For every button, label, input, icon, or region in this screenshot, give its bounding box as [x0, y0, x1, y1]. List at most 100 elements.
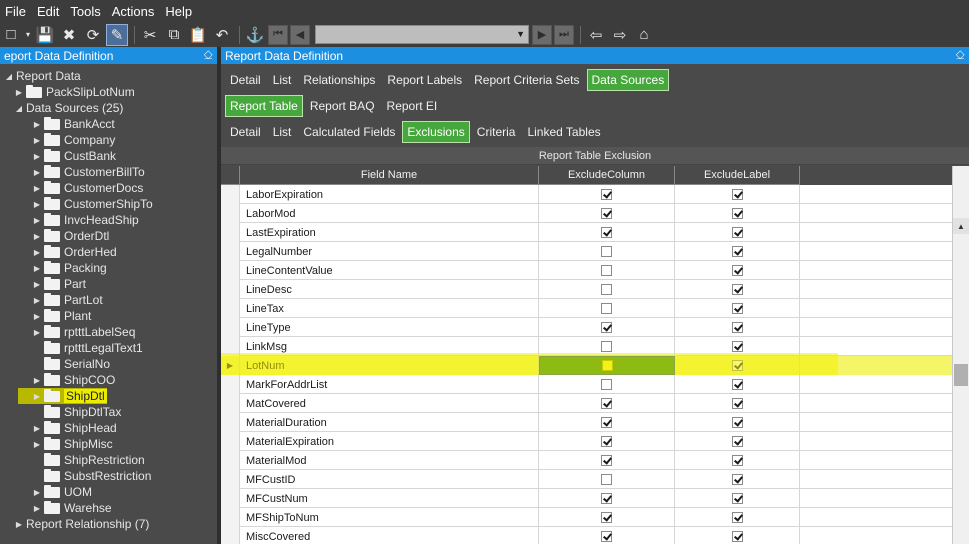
expand-arrow-icon[interactable]: ▶ [30, 424, 44, 433]
table-row[interactable]: MFShipToNum [221, 508, 952, 527]
column-header-exclude-column[interactable]: ExcludeColumn [539, 166, 675, 185]
exclude-column-checkbox[interactable] [601, 303, 612, 314]
tree-item[interactable]: rptttLegalText1 [30, 340, 143, 356]
tree-item[interactable]: ◢ Data Sources (25) [12, 100, 123, 116]
exclude-column-checkbox[interactable] [601, 246, 612, 257]
row-selector[interactable] [221, 413, 240, 432]
menu-tools[interactable]: Tools [65, 4, 106, 19]
expand-arrow-icon[interactable]: ▶ [30, 168, 44, 177]
expand-arrow-icon[interactable]: ▶ [30, 328, 44, 337]
table-row[interactable]: MaterialMod [221, 451, 952, 470]
exclude-label-checkbox[interactable] [731, 493, 743, 504]
row-selector[interactable] [221, 451, 240, 470]
exclude-column-checkbox[interactable] [601, 208, 612, 219]
table-row[interactable]: LastExpiration [221, 223, 952, 242]
tree-item[interactable]: ▶ ShipMisc [30, 436, 113, 452]
expand-arrow-icon[interactable]: ▶ [12, 88, 26, 97]
tree-item[interactable]: ▶ OrderHed [30, 244, 117, 260]
field-name-cell[interactable]: MiscCovered [240, 527, 539, 544]
undo-icon[interactable]: ↶ [211, 24, 233, 46]
exclude-column-checkbox[interactable] [601, 436, 612, 447]
tree-item[interactable]: ShipDtlTax [30, 404, 121, 420]
tree-item[interactable]: ▶ ShipDtl [18, 388, 107, 404]
row-selector[interactable] [221, 299, 240, 318]
row-selector[interactable] [221, 185, 240, 204]
row-selector[interactable] [221, 280, 240, 299]
exclude-column-checkbox[interactable] [601, 474, 612, 485]
tree-item[interactable]: ▶ InvcHeadShip [30, 212, 139, 228]
exclude-label-checkbox[interactable] [731, 417, 743, 428]
previous-record-icon[interactable]: ◀ [290, 24, 310, 45]
menu-help[interactable]: Help [160, 4, 198, 19]
menu-file[interactable]: File [0, 4, 32, 19]
field-name-cell[interactable]: MFCustNum [240, 489, 539, 508]
expand-arrow-icon[interactable]: ▶ [30, 136, 44, 145]
expand-arrow-icon[interactable]: ▶ [30, 440, 44, 449]
tree-item[interactable]: ▶ ShipCOO [30, 372, 115, 388]
exclude-column-checkbox[interactable] [601, 379, 612, 390]
exclude-column-checkbox[interactable] [601, 360, 613, 371]
tree-item[interactable]: ▶ OrderDtl [30, 228, 109, 244]
table-row[interactable]: LaborExpiration [221, 185, 952, 204]
exclude-label-checkbox[interactable] [731, 512, 743, 523]
tree-item[interactable]: ◢ Report Data [2, 68, 81, 84]
exclude-label-checkbox[interactable] [731, 246, 743, 257]
table-row[interactable]: LineType [221, 318, 952, 337]
row-selector[interactable] [221, 394, 240, 413]
expand-arrow-icon[interactable]: ▶ [30, 280, 44, 289]
table-row[interactable]: MarkForAddrList [221, 375, 952, 394]
exclude-label-checkbox[interactable] [731, 474, 743, 485]
tree-item[interactable]: ▶ Company [30, 132, 115, 148]
field-name-cell[interactable]: LineType [240, 318, 539, 337]
expand-arrow-icon[interactable]: ▶ [30, 376, 44, 385]
field-name-cell[interactable]: LegalNumber [240, 242, 539, 261]
expand-arrow-icon[interactable]: ▶ [30, 120, 44, 129]
exclude-label-checkbox[interactable] [731, 455, 743, 466]
collapse-arrow-icon[interactable]: ◢ [12, 104, 26, 113]
menu-edit[interactable]: Edit [32, 4, 65, 19]
column-header-exclude-label[interactable]: ExcludeLabel [675, 166, 800, 185]
expand-arrow-icon[interactable]: ▶ [30, 504, 44, 513]
exclude-column-checkbox[interactable] [601, 322, 612, 333]
exclude-label-checkbox[interactable] [731, 360, 743, 371]
exclude-column-checkbox[interactable] [601, 493, 612, 504]
table-row[interactable]: MFCustNum [221, 489, 952, 508]
home-icon[interactable]: ⌂ [633, 24, 655, 46]
expand-arrow-icon[interactable]: ▶ [30, 312, 44, 321]
next-record-icon[interactable]: ▶ [532, 24, 552, 45]
exclude-label-checkbox[interactable] [731, 322, 743, 333]
tab-detail[interactable]: Detail [225, 121, 266, 143]
expand-arrow-icon[interactable]: ▶ [30, 392, 44, 401]
field-name-cell[interactable]: MatCovered [240, 394, 539, 413]
table-row[interactable]: MFCustID [221, 470, 952, 489]
tree-item[interactable]: ▶ Packing [30, 260, 107, 276]
cut-icon[interactable]: ✂ [139, 24, 161, 46]
table-row[interactable]: ▶ LotNum [221, 356, 952, 375]
tab-calculated-fields[interactable]: Calculated Fields [298, 121, 400, 143]
tab-report-criteria-sets[interactable]: Report Criteria Sets [469, 69, 584, 91]
expand-arrow-icon[interactable]: ▶ [30, 488, 44, 497]
exclude-label-checkbox[interactable] [731, 208, 743, 219]
clear-icon[interactable]: ✎ [106, 23, 128, 46]
last-record-icon[interactable]: ⏭ [554, 24, 574, 45]
exclude-label-checkbox[interactable] [731, 227, 743, 238]
tree-item[interactable]: ▶ UOM [30, 484, 92, 500]
expand-arrow-icon[interactable]: ▶ [30, 216, 44, 225]
pin-icon[interactable]: ⎐ [956, 48, 965, 63]
tree-item[interactable]: ▶ Plant [30, 308, 91, 324]
delete-icon[interactable]: ✖ [58, 24, 80, 46]
row-selector[interactable] [221, 204, 240, 223]
field-name-cell[interactable]: MaterialMod [240, 451, 539, 470]
tree-item[interactable]: ▶ CustomerDocs [30, 180, 143, 196]
tree-item[interactable]: ▶ Report Relationship (7) [12, 516, 149, 532]
tab-report-baq[interactable]: Report BAQ [305, 95, 380, 117]
tab-list[interactable]: List [268, 121, 297, 143]
field-name-cell[interactable]: MaterialExpiration [240, 432, 539, 451]
table-row[interactable]: LegalNumber [221, 242, 952, 261]
exclude-column-checkbox[interactable] [601, 189, 612, 200]
tab-detail[interactable]: Detail [225, 69, 266, 91]
exclude-column-checkbox[interactable] [601, 455, 612, 466]
row-selector[interactable] [221, 432, 240, 451]
exclude-column-checkbox[interactable] [601, 417, 612, 428]
field-name-cell[interactable]: LastExpiration [240, 223, 539, 242]
